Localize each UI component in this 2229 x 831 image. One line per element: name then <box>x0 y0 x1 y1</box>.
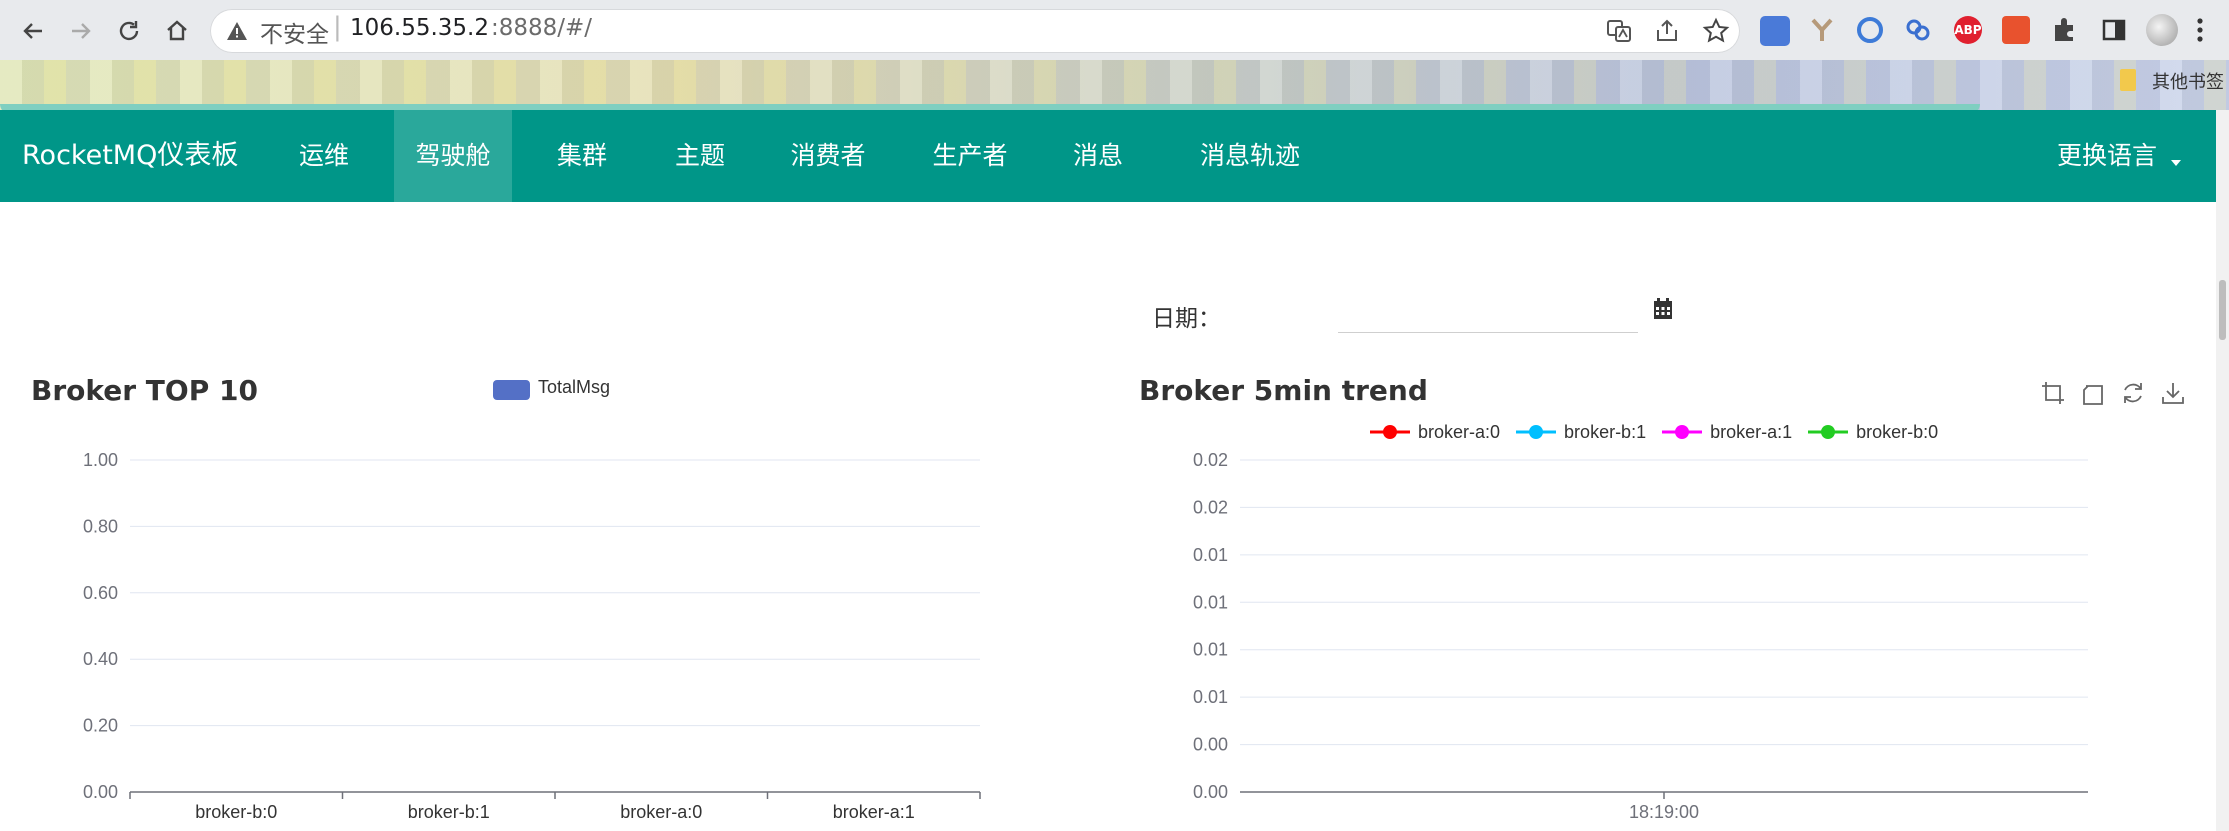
calendar-icon[interactable] <box>1653 298 1673 324</box>
date-label: 日期： <box>1152 306 1221 332</box>
brand-title[interactable]: RocketMQ仪表板 <box>22 110 238 202</box>
save-image-icon[interactable] <box>2160 380 2186 410</box>
reload-icon[interactable] <box>112 14 146 48</box>
bookmarks-bar <box>0 60 2229 114</box>
legend-swatch-totalmsg[interactable] <box>493 380 530 400</box>
back-icon[interactable] <box>16 14 50 48</box>
y-tick-label: 0.60 <box>83 583 118 603</box>
folder-icon <box>2120 69 2136 91</box>
legend-label-totalmsg[interactable]: TotalMsg <box>538 377 610 398</box>
url-host[interactable]: 106.55.35.2 <box>350 15 489 41</box>
page-scrollbar-thumb[interactable] <box>2219 280 2226 340</box>
extension-y-icon[interactable] <box>1808 16 1836 48</box>
extension-edge-icon[interactable] <box>1856 16 1884 48</box>
nav-producer[interactable]: 生产者 <box>918 110 1022 202</box>
google-translate-extension-icon[interactable] <box>1760 16 1790 46</box>
y-tick-label: 0.40 <box>83 649 118 669</box>
omnibox-divider: | <box>333 12 342 42</box>
share-icon[interactable] <box>1654 18 1680 48</box>
extension-tree-icon[interactable] <box>2002 16 2030 44</box>
nav-ops[interactable]: 运维 <box>282 110 366 202</box>
x-tick-label: broker-b:0 <box>195 802 277 822</box>
y-tick-label: 0.00 <box>83 782 118 802</box>
y-tick-label: 0.20 <box>83 716 118 736</box>
security-label[interactable]: 不安全 <box>260 15 329 49</box>
language-menu[interactable]: 更换语言 <box>2048 110 2166 202</box>
x-tick-label: 18:19:00 <box>1629 802 1699 822</box>
nav-topic[interactable]: 主题 <box>656 110 744 202</box>
forward-icon[interactable] <box>64 14 98 48</box>
restore-icon[interactable] <box>2120 380 2146 410</box>
page-scrollbar[interactable] <box>2216 110 2229 831</box>
y-tick-label: 0.01 <box>1193 592 1228 612</box>
zoom-reset-icon[interactable] <box>2080 380 2106 410</box>
x-tick-label: broker-a:0 <box>620 802 702 822</box>
broker-top10-title: Broker TOP 10 <box>31 374 258 407</box>
zoom-icon[interactable] <box>2040 380 2066 410</box>
url-path[interactable]: :8888/#/ <box>491 15 592 41</box>
broker-trend-title: Broker 5min trend <box>1139 374 1428 407</box>
nav-message[interactable]: 消息 <box>1058 110 1138 202</box>
y-tick-label: 0.01 <box>1193 687 1228 707</box>
nav-cluster[interactable]: 集群 <box>538 110 626 202</box>
extensions-puzzle-icon[interactable] <box>2050 16 2078 48</box>
adblock-plus-icon[interactable]: ABP <box>1954 16 1982 44</box>
broker-trend-chart: 0.02 0.02 0.01 0.01 0.01 0.01 0.00 0.00 18:19:00 <box>1193 450 2088 822</box>
nav-consumer[interactable]: 消费者 <box>776 110 880 202</box>
x-tick-label: broker-b:1 <box>408 802 490 822</box>
y-tick-label: 0.00 <box>1193 735 1228 755</box>
browser-menu-icon[interactable] <box>2192 14 2208 50</box>
y-tick-label: 0.00 <box>1193 782 1228 802</box>
y-tick-label: 0.01 <box>1193 545 1228 565</box>
y-tick-label: 0.02 <box>1193 497 1228 517</box>
other-bookmarks[interactable]: 其他书签 <box>2152 68 2224 94</box>
x-tick-label: broker-a:1 <box>833 802 915 822</box>
side-panel-icon[interactable] <box>2100 16 2128 48</box>
home-icon[interactable] <box>160 14 194 48</box>
y-tick-label: 0.01 <box>1193 640 1228 660</box>
extension-link-icon[interactable] <box>1904 16 1932 48</box>
y-tick-label: 0.02 <box>1193 450 1228 470</box>
date-input[interactable] <box>1338 298 1638 333</box>
y-tick-label: 1.00 <box>83 450 118 470</box>
translate-icon[interactable] <box>1606 18 1632 48</box>
y-tick-label: 0.80 <box>83 516 118 536</box>
profile-avatar[interactable] <box>2146 14 2178 46</box>
nav-message-trace[interactable]: 消息轨迹 <box>1180 110 1320 202</box>
warning-icon[interactable] <box>226 20 248 46</box>
caret-down-icon[interactable] <box>2170 152 2182 171</box>
broker-top10-chart: 1.00 0.80 0.60 0.40 0.20 0.00 broker-b:0 broker… <box>83 450 981 822</box>
nav-dashboard[interactable]: 驾驶舱 <box>394 110 512 202</box>
bookmark-star-icon[interactable] <box>1702 17 1730 49</box>
